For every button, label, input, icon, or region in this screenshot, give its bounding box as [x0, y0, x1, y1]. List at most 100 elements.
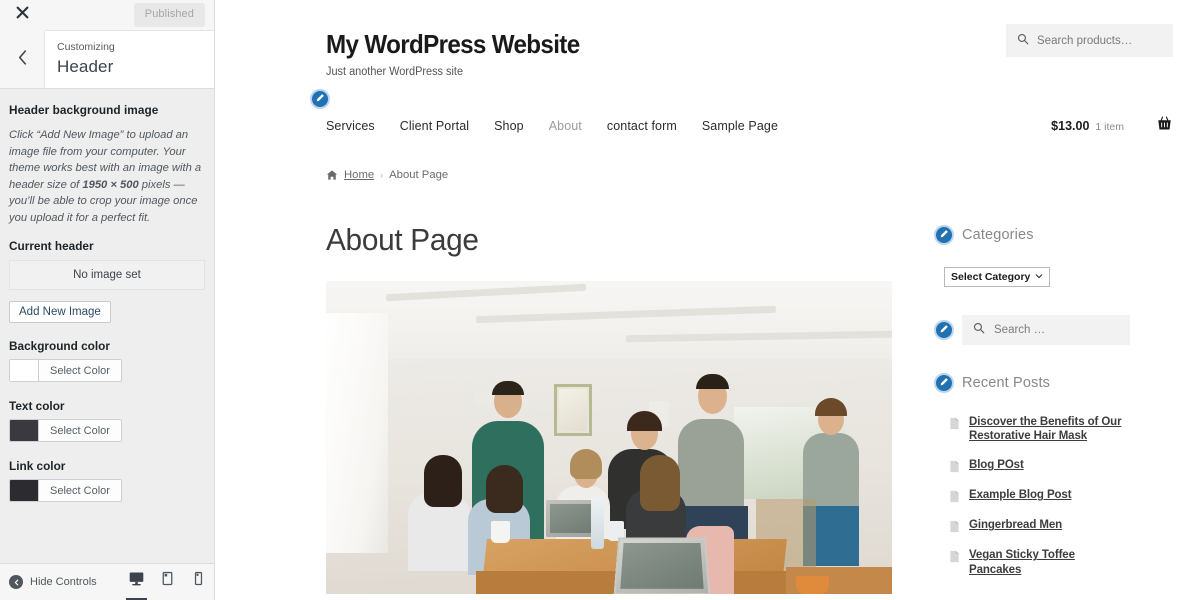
page-icon: [949, 488, 960, 503]
chevron-down-icon: [1035, 271, 1043, 283]
customizer-sidebar: Published Customizing Header Header back…: [0, 0, 215, 600]
nav-item-contact-form[interactable]: contact form: [607, 119, 677, 133]
site-preview: My WordPress Website Just another WordPr…: [215, 0, 1200, 600]
panel-eyebrow: Customizing: [57, 41, 115, 54]
close-icon: [16, 6, 29, 24]
nav-item-shop[interactable]: Shop: [494, 119, 524, 133]
breadcrumb: Home › About Page: [215, 169, 1200, 181]
section-description: Click “Add New Image” to upload an image…: [9, 127, 205, 226]
edit-menu-pin[interactable]: [310, 88, 330, 109]
customizer-controls: Header background image Click “Add New I…: [0, 89, 214, 506]
cart-button[interactable]: [1156, 115, 1173, 137]
nav-item-sample-page[interactable]: Sample Page: [702, 119, 778, 133]
site-header-row: My WordPress Website Just another WordPr…: [215, 24, 1200, 78]
category-select[interactable]: Select Category: [944, 266, 1051, 287]
link-color-swatch: [10, 480, 39, 502]
mobile-icon: [190, 570, 207, 592]
page-icon: [949, 458, 960, 473]
list-item[interactable]: Vegan Sticky Toffee Pancakes: [949, 548, 1130, 577]
collapse-icon: [9, 575, 23, 589]
breadcrumb-separator: ›: [380, 169, 384, 180]
background-color-swatch: [10, 360, 39, 382]
add-new-image-button[interactable]: Add New Image: [9, 301, 111, 324]
search-icon: [973, 321, 985, 339]
category-select-value: Select Category: [951, 270, 1031, 283]
breadcrumb-home-link[interactable]: Home: [344, 169, 374, 181]
edit-search-pin[interactable]: [934, 319, 954, 340]
pencil-icon: [939, 374, 949, 392]
site-content: My WordPress Website Just another WordPr…: [215, 0, 1200, 600]
content-wrapper: About Page Categories Select Category Se…: [215, 221, 1200, 600]
pencil-icon: [939, 321, 949, 339]
list-item[interactable]: Example Blog Post: [949, 488, 1130, 503]
current-header-label: Current header: [9, 239, 94, 254]
cart-price: $13.00: [1051, 118, 1090, 133]
nav-item-about[interactable]: About: [549, 119, 582, 133]
categories-widget-head: Categories: [934, 224, 1130, 245]
customizer-footer: Hide Controls: [0, 563, 214, 600]
nav-item-services[interactable]: Services: [326, 119, 375, 133]
pencil-icon: [315, 90, 325, 108]
recent-posts-list: Discover the Benefits of Our Restorative…: [934, 415, 1130, 578]
product-search-placeholder: Search products…: [1037, 34, 1133, 47]
link-color-picker[interactable]: Select Color: [9, 479, 122, 503]
nav-items: Services Client Portal Shop About contac…: [326, 119, 778, 133]
widget-recent-posts: Recent Posts Discover the Benefits of Ou…: [934, 372, 1130, 578]
customizer-panel-header: Customizing Header: [0, 31, 214, 89]
recent-posts-widget-title: Recent Posts: [962, 374, 1051, 391]
page-icon: [949, 518, 960, 533]
page-title: About Page: [326, 221, 479, 257]
site-tagline: Just another WordPress site: [326, 65, 464, 78]
main-content: About Page: [326, 221, 892, 600]
device-tablet-button[interactable]: [152, 564, 183, 600]
edit-categories-pin[interactable]: [934, 224, 954, 245]
text-color-label: Text color: [9, 399, 65, 414]
cart-item-count: 1 item: [1095, 120, 1124, 133]
post-link: Gingerbread Men: [969, 519, 1063, 532]
edit-recent-posts-pin[interactable]: [934, 372, 954, 393]
nav-item-client-portal[interactable]: Client Portal: [400, 119, 469, 133]
back-button[interactable]: [0, 31, 45, 88]
panel-title: Header: [57, 56, 114, 76]
list-item[interactable]: Discover the Benefits of Our Restorative…: [949, 415, 1130, 444]
post-link: Example Blog Post: [969, 489, 1072, 502]
close-customizer-button[interactable]: [0, 0, 45, 31]
primary-navigation: Services Client Portal Shop About contac…: [215, 88, 1200, 148]
background-color-label: Background color: [9, 339, 110, 354]
link-color-control: Link color Select Color: [9, 459, 205, 506]
panel-title-group: Customizing Header: [45, 31, 115, 88]
chevron-left-icon: [17, 49, 28, 70]
page-icon: [949, 415, 960, 430]
background-color-picker[interactable]: Select Color: [9, 359, 122, 383]
hide-controls-button[interactable]: Hide Controls: [0, 575, 97, 589]
link-color-label: Link color: [9, 459, 66, 474]
background-select-color-label: Select Color: [50, 364, 110, 377]
device-preview-group: [121, 564, 214, 600]
sidebar-widgets: Categories Select Category Search … Rece…: [934, 223, 1130, 600]
device-desktop-button[interactable]: [121, 564, 152, 600]
home-icon: [326, 169, 338, 181]
sidebar-search-placeholder: Search …: [994, 323, 1046, 336]
desktop-icon: [128, 570, 145, 592]
site-title[interactable]: My WordPress Website: [326, 30, 580, 59]
customizer-screen: Published Customizing Header Header back…: [0, 0, 1200, 600]
product-search-box[interactable]: Search products…: [1006, 24, 1173, 57]
device-mobile-button[interactable]: [183, 564, 214, 600]
recent-posts-widget-head: Recent Posts: [934, 372, 1130, 393]
sidebar-search-input[interactable]: Search …: [962, 314, 1130, 345]
tablet-icon: [159, 570, 176, 592]
cart-totals[interactable]: $13.00 1 item: [1051, 117, 1124, 135]
list-item[interactable]: Blog POst: [949, 458, 1130, 473]
categories-widget-title: Categories: [962, 226, 1034, 243]
link-select-color-label: Select Color: [50, 484, 110, 497]
breadcrumb-current: About Page: [389, 168, 449, 181]
list-item[interactable]: Gingerbread Men: [949, 518, 1130, 533]
no-image-placeholder: No image set: [9, 260, 205, 291]
publish-button[interactable]: Published: [133, 3, 205, 27]
text-color-swatch: [10, 420, 39, 442]
text-color-picker[interactable]: Select Color: [9, 419, 122, 443]
text-select-color-label: Select Color: [50, 424, 110, 437]
widget-categories: Categories Select Category: [934, 224, 1130, 287]
widget-search: Search …: [934, 314, 1130, 345]
page-icon: [949, 548, 960, 563]
